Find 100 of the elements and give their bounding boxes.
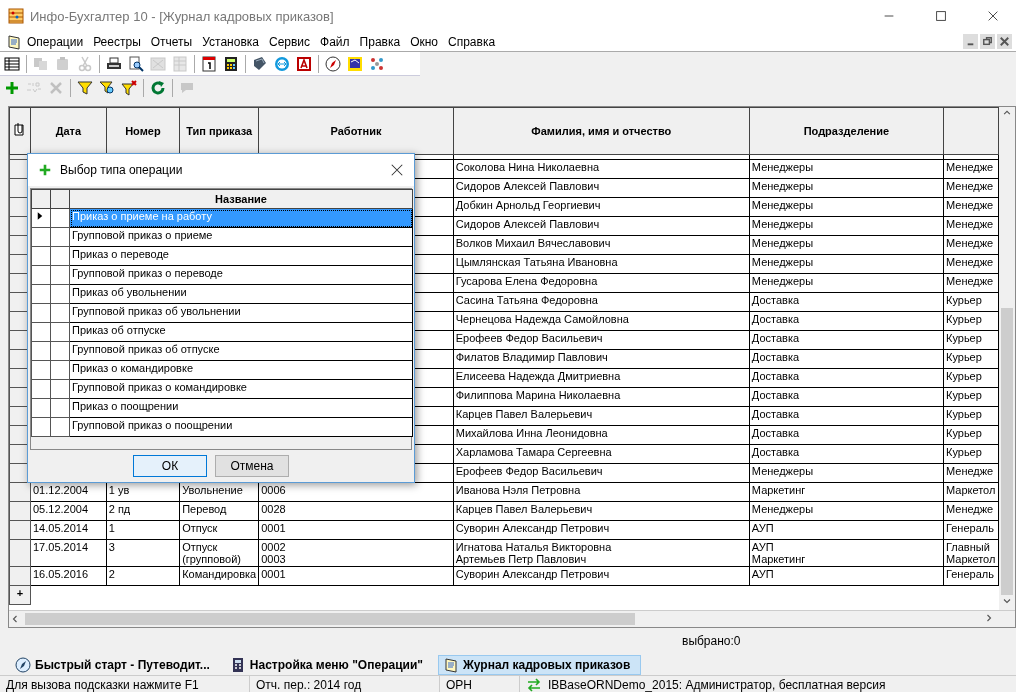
table-cell: Ерофеев Федор Васильевич: [453, 330, 750, 350]
table-cell: Ерофеев Федор Васильевич: [453, 463, 750, 483]
dialog-title: Выбор типа операции: [60, 163, 184, 177]
ok-button[interactable]: ОК: [133, 455, 207, 477]
table-cell: Волков Михаил Вячеславович: [453, 235, 750, 255]
table-cell: Менеджеры: [749, 501, 944, 521]
plus-icon[interactable]: [4, 80, 20, 96]
magnifier-icon[interactable]: [128, 55, 144, 72]
column-header[interactable]: Фамилия, имя и отчество: [453, 107, 750, 155]
table-cell: Сасина Татьяна Федоровна: [453, 292, 750, 312]
minimize-icon[interactable]: [963, 34, 978, 49]
table-cell: Доставка: [749, 387, 944, 407]
calculator-icon[interactable]: [223, 55, 239, 72]
table-cell: Цымлянская Татьяна Ивановна: [453, 254, 750, 274]
compass-icon[interactable]: [325, 55, 341, 72]
filter-icon[interactable]: [77, 80, 93, 96]
table-cell: 0001: [258, 520, 454, 540]
column-header[interactable]: Название: [69, 189, 413, 209]
table-cell: Доставка: [749, 425, 944, 445]
table-cell: Менедже: [943, 159, 999, 179]
table-cell: Доставка: [749, 368, 944, 388]
table-cell: Маркетинг: [749, 482, 944, 502]
table-cell: Курьер: [943, 292, 999, 312]
table-cell: АУП: [749, 566, 944, 586]
table-cell: Доставка: [749, 292, 944, 312]
close-icon[interactable]: [390, 163, 404, 177]
restore-icon[interactable]: [980, 34, 995, 49]
table-cell: Доставка: [749, 349, 944, 369]
book-icon[interactable]: [347, 55, 363, 72]
table-cell: Менеджеры: [749, 159, 944, 179]
table-cell: АУП Маркетинг: [749, 539, 944, 567]
column-header[interactable]: Работник: [258, 107, 454, 155]
table-cell: Добкин Арнольд Георгиевич: [453, 197, 750, 217]
menu-item[interactable]: Справка: [443, 34, 501, 49]
menu-item[interactable]: Сервис: [263, 34, 316, 49]
transfer-icon: [526, 677, 542, 692]
status-text: Отч. пер.: 2014 год: [256, 678, 362, 692]
table-cell: Суворин Александр Петрович: [453, 566, 750, 586]
table-cell: Менедже: [943, 463, 999, 483]
menu-item[interactable]: Установка: [197, 34, 264, 49]
maximize-icon[interactable]: [934, 9, 948, 23]
table-cell: Главный Маркетол: [943, 539, 999, 567]
menu-item[interactable]: Отчеты: [145, 34, 198, 49]
horizontal-scrollbar[interactable]: [9, 610, 1015, 627]
table-cell: Доставка: [749, 311, 944, 331]
close-icon[interactable]: [986, 9, 1000, 23]
table-cell: 0001: [258, 566, 454, 586]
table-cell: Менедже: [943, 178, 999, 198]
menu-item[interactable]: Файл: [315, 34, 355, 49]
table-cell: Сидоров Алексей Павлович: [453, 178, 750, 198]
status-text: IBBaseORNDemo_2015: Администратор, бесплатная версия: [548, 678, 886, 692]
letter-tile-icon[interactable]: [296, 55, 312, 72]
close-icon[interactable]: [997, 34, 1012, 49]
table-cell: Менедже: [943, 197, 999, 217]
table-cell: Менедже: [943, 216, 999, 236]
menu-item[interactable]: Окно: [405, 34, 443, 49]
table-cell: 2: [106, 566, 180, 586]
table-cell: 3: [106, 539, 180, 567]
table-cell: Курьер: [943, 330, 999, 350]
table-cell: Харламова Тамара Сергеевна: [453, 444, 750, 464]
filter-search-icon[interactable]: [99, 80, 115, 96]
column-header[interactable]: Дата: [30, 107, 107, 155]
table-cell: Карцев Павел Валерьевич: [453, 406, 750, 426]
table-cell: Доставка: [749, 406, 944, 426]
table-cell: 16.05.2016: [30, 566, 107, 586]
table-cell: АУП: [749, 520, 944, 540]
notebook-icon[interactable]: [6, 33, 22, 50]
calendar-icon[interactable]: [201, 55, 217, 72]
dots-icon[interactable]: [369, 55, 385, 72]
table-cell: Доставка: [749, 330, 944, 350]
column-header[interactable]: Подразделение: [749, 107, 944, 155]
table-icon[interactable]: [4, 55, 20, 72]
printer-icon[interactable]: [106, 55, 122, 72]
menu-item[interactable]: Операции: [22, 34, 89, 49]
selected-count: выбрано:0: [682, 634, 741, 648]
table-cell: Отпуск: [179, 520, 259, 540]
table-cell: Суворин Александр Петрович: [453, 520, 750, 540]
table-cell: Гусарова Елена Федоровна: [453, 273, 750, 293]
refresh-icon[interactable]: [150, 80, 166, 96]
table-cell: Менеджеры: [749, 216, 944, 236]
document-tab[interactable]: Журнал кадровых приказов: [437, 654, 642, 675]
menu-item[interactable]: Реестры: [88, 34, 146, 49]
column-header[interactable]: Тип приказа: [179, 107, 259, 155]
filter-clear-icon[interactable]: [121, 80, 137, 96]
table-cell: Менедже: [943, 235, 999, 255]
abacus-icon: [8, 8, 24, 24]
status-text: Для вызова подсказки нажмите F1: [6, 678, 199, 692]
table-cell: Курьер: [943, 311, 999, 331]
table-cell: Михайлова Инна Леонидовна: [453, 425, 750, 445]
notebook-icon: [442, 656, 459, 673]
menu-item[interactable]: Правка: [354, 34, 406, 49]
cancel-button[interactable]: Отмена: [215, 455, 289, 477]
table-cell: Менеджеры: [749, 273, 944, 293]
document-tab[interactable]: Быстрый старт - Путеводит...: [10, 654, 221, 675]
arrows-icon[interactable]: [274, 55, 290, 72]
status-text: ОРН: [446, 678, 472, 692]
table-cell: 14.05.2014: [30, 520, 107, 540]
column-header[interactable]: Номер: [106, 107, 180, 155]
table-cell: Филиппова Марина Николаевна: [453, 387, 750, 407]
document-tab[interactable]: Настройка меню "Операции": [224, 654, 434, 675]
